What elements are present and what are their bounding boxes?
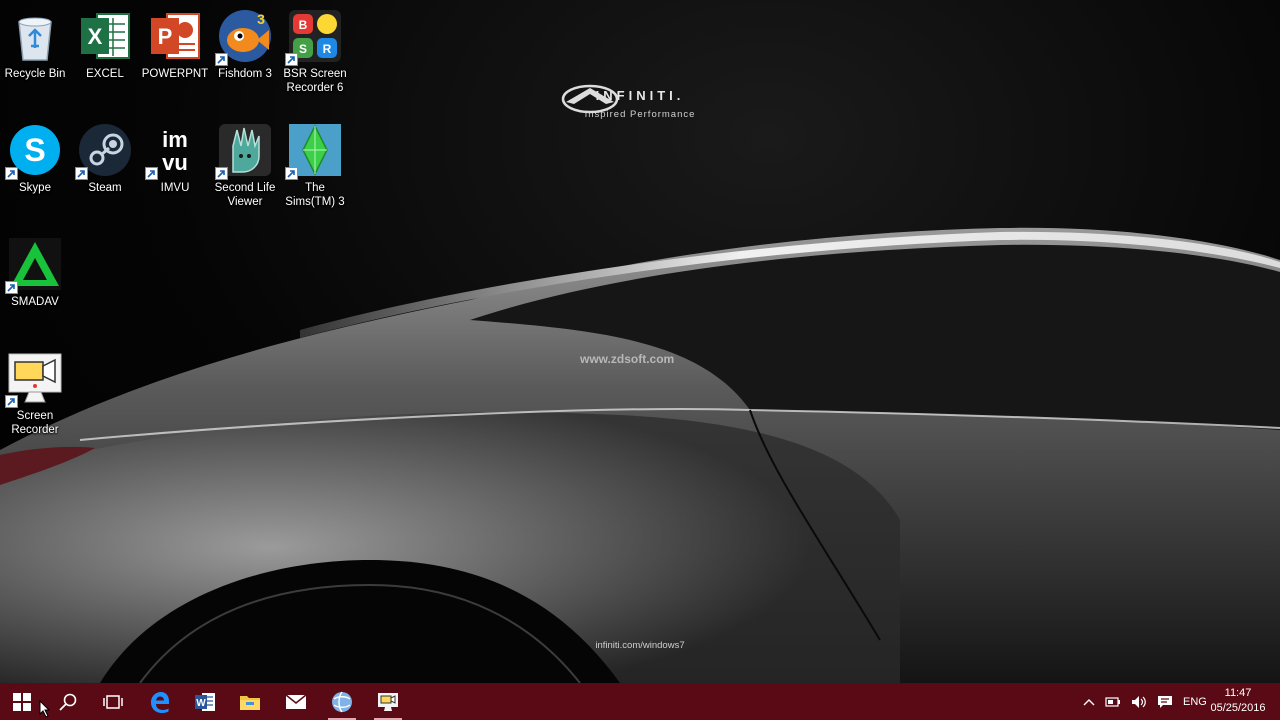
desktop-icon-recycle-bin[interactable]: Recycle Bin bbox=[0, 0, 70, 81]
powerpoint-icon: P bbox=[151, 13, 200, 59]
infiniti-branding: INFINITI. Inspired Performance bbox=[560, 82, 720, 120]
task-view-button[interactable] bbox=[91, 683, 135, 720]
watermark-text: www.zdsoft.com bbox=[580, 352, 675, 366]
search-button[interactable] bbox=[46, 683, 90, 720]
svg-text:R: R bbox=[323, 42, 332, 56]
desktop-icon-powerpoint[interactable]: P POWERPNT bbox=[140, 0, 210, 81]
desktop-icon-second-life[interactable]: Second Life Viewer bbox=[210, 114, 280, 209]
svg-text:B: B bbox=[299, 18, 308, 32]
search-icon bbox=[59, 693, 77, 711]
volume-button[interactable] bbox=[1131, 695, 1147, 709]
edge-button[interactable] bbox=[138, 683, 182, 720]
edge-icon bbox=[151, 691, 169, 713]
battery-button[interactable] bbox=[1105, 696, 1121, 707]
shortcut-arrow-icon bbox=[5, 281, 18, 294]
desktop-icon-label: POWERPNT bbox=[141, 68, 209, 80]
desktop-icon-label: Skype bbox=[19, 182, 51, 194]
desktop-icon-label: EXCEL bbox=[86, 68, 124, 80]
file-explorer-button[interactable] bbox=[228, 683, 272, 720]
taskbar: W ENG 11:47 05/25/2016 bbox=[0, 683, 1280, 720]
speaker-icon bbox=[1132, 695, 1146, 708]
shortcut-arrow-icon bbox=[215, 53, 228, 66]
clock-time: 11:47 bbox=[1224, 687, 1252, 699]
battery-icon bbox=[1105, 696, 1120, 707]
start-button[interactable] bbox=[0, 683, 44, 720]
show-hidden-icons-button[interactable] bbox=[1083, 698, 1095, 706]
desktop-icon-label: Steam bbox=[88, 182, 122, 194]
action-center-button[interactable] bbox=[1157, 695, 1173, 709]
notification-icon bbox=[1158, 695, 1172, 708]
desktop-icon-label: IMVU bbox=[160, 182, 190, 194]
recycle-bin-icon bbox=[18, 17, 52, 61]
svg-text:X: X bbox=[88, 24, 103, 49]
desktop-icon-label: BSR Screen Recorder 6 bbox=[283, 68, 347, 94]
windows-logo-icon bbox=[13, 692, 31, 711]
chevron-up-icon bbox=[1083, 698, 1095, 705]
shortcut-arrow-icon bbox=[145, 167, 158, 180]
desktop-icon-bsr-screen-recorder[interactable]: S R B BSR Screen Recorder 6 bbox=[280, 0, 350, 95]
svg-text:S: S bbox=[299, 42, 307, 56]
shortcut-arrow-icon bbox=[285, 167, 298, 180]
folder-icon bbox=[240, 695, 260, 710]
desktop-icon-smadav[interactable]: SMADAV bbox=[0, 228, 70, 309]
shortcut-arrow-icon bbox=[75, 167, 88, 180]
wallpaper-footer-url: infiniti.com/windows7 bbox=[595, 640, 685, 651]
desktop-icon-label: Recycle Bin bbox=[4, 68, 66, 80]
svg-text:im: im bbox=[162, 127, 188, 152]
desktop-icon-steam[interactable]: Steam bbox=[70, 114, 140, 195]
word-icon: W bbox=[195, 692, 215, 711]
system-tray: ENG bbox=[1078, 683, 1212, 720]
desktop-icon-skype[interactable]: S Skype bbox=[0, 114, 70, 195]
desktop-icon-label: SMADAV bbox=[11, 296, 59, 308]
word-button[interactable]: W bbox=[183, 683, 227, 720]
desktop-icon-sims[interactable]: The Sims(TM) 3 bbox=[280, 114, 350, 209]
desktop-icon-label: Fishdom 3 bbox=[218, 68, 272, 80]
shortcut-arrow-icon bbox=[215, 167, 228, 180]
svg-text:P: P bbox=[158, 24, 173, 49]
clock-button[interactable]: 11:47 05/25/2016 bbox=[1200, 686, 1276, 716]
desktop-icon-label: Screen Recorder bbox=[11, 410, 59, 436]
desktop-icon-label: Second Life Viewer bbox=[214, 182, 276, 208]
mail-button[interactable] bbox=[274, 683, 318, 720]
desktop-icon-excel[interactable]: X EXCEL bbox=[70, 0, 140, 81]
screen-recorder-icon bbox=[378, 692, 398, 711]
mouse-cursor-icon bbox=[39, 700, 51, 718]
desktop-icon-imvu[interactable]: im vu IMVU bbox=[140, 114, 210, 195]
mail-icon bbox=[285, 693, 307, 709]
globe-icon bbox=[332, 691, 352, 712]
clock-date: 05/25/2016 bbox=[1210, 702, 1266, 714]
shortcut-arrow-icon bbox=[5, 167, 18, 180]
browser-button[interactable] bbox=[320, 683, 364, 720]
desktop-icon-fishdom[interactable]: 3 Fishdom 3 bbox=[210, 0, 280, 81]
shortcut-arrow-icon bbox=[5, 395, 18, 408]
task-view-icon bbox=[103, 694, 123, 709]
desktop-wallpaper: INFINITI. Inspired Performance www.zdsof… bbox=[0, 0, 1280, 683]
screen-recorder-taskbar-button[interactable] bbox=[366, 683, 410, 720]
infiniti-logo bbox=[561, 84, 619, 114]
desktop-icon-screen-recorder[interactable]: Screen Recorder bbox=[0, 342, 70, 437]
desktop-icon-label: The Sims(TM) 3 bbox=[285, 182, 345, 208]
excel-icon: X bbox=[81, 13, 130, 59]
svg-text:3: 3 bbox=[257, 11, 265, 27]
svg-text:vu: vu bbox=[162, 150, 188, 175]
svg-text:W: W bbox=[196, 698, 206, 709]
svg-text:S: S bbox=[24, 132, 45, 168]
shortcut-arrow-icon bbox=[285, 53, 298, 66]
